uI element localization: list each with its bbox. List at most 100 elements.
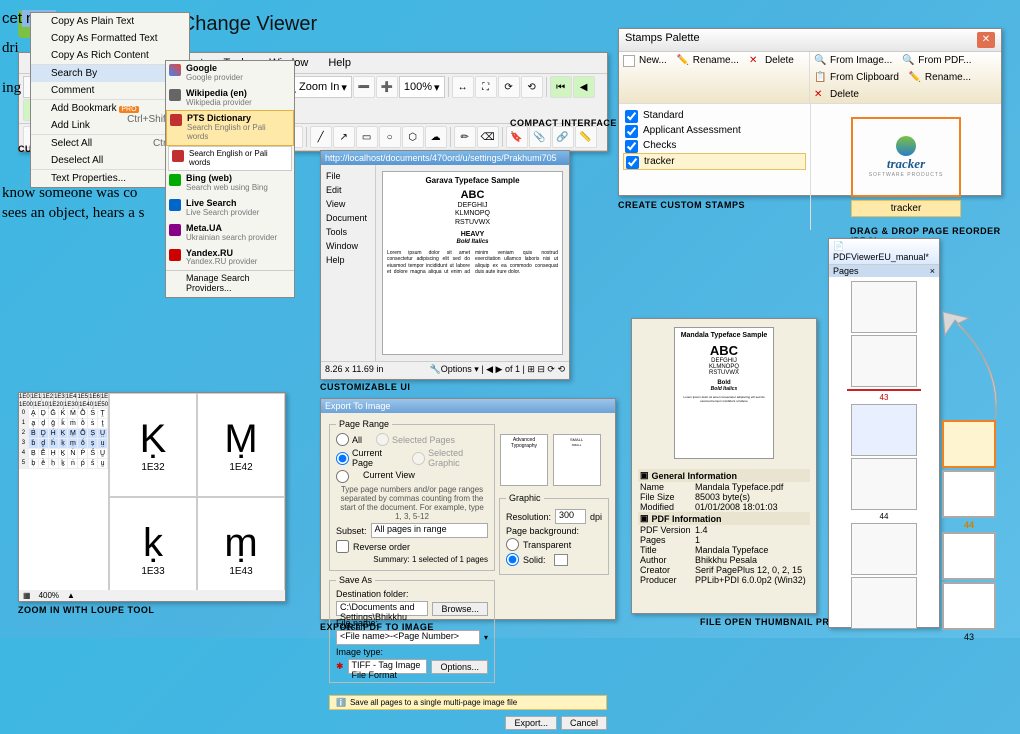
provider-submenu: GoogleGoogle provider Wikipedia (en)Wiki… <box>165 60 295 298</box>
export-button[interactable]: Export... <box>505 716 557 730</box>
checkbox[interactable] <box>625 110 638 123</box>
cancel-button[interactable]: Cancel <box>561 716 607 730</box>
stamp-logo-text: tracker <box>887 156 925 172</box>
subset-select[interactable]: All pages in range <box>371 523 488 538</box>
radio-solid[interactable]: Solid: <box>506 553 602 566</box>
imgtype-select[interactable]: TIFF - Tag Image File Format <box>348 659 428 674</box>
stamp-delete[interactable]: ✕Delete <box>745 52 800 103</box>
stamp-item-standard[interactable]: Standard <box>623 108 806 123</box>
side-file[interactable]: File <box>323 169 373 183</box>
detached-menu: File Edit View Document Tools Window Hel… <box>321 165 376 361</box>
provider-wikipedia[interactable]: Wikipedia (en)Wikipedia provider <box>166 86 294 111</box>
oval-icon[interactable]: ○ <box>379 126 401 148</box>
stamp-from-image[interactable]: 🔍From Image... <box>810 52 898 69</box>
page-thumb[interactable] <box>851 281 917 333</box>
menu-help[interactable]: Help <box>318 55 361 71</box>
label-customizable: CUSTOMIZABLE UI <box>320 382 410 392</box>
polyline-icon[interactable]: ⬡ <box>402 126 424 148</box>
stamp-from-clipboard[interactable]: 📋From Clipboard <box>810 69 905 86</box>
measure-icon[interactable]: 📏 <box>575 126 597 148</box>
stamp-rename-r[interactable]: ✏️Rename... <box>905 69 977 86</box>
page-num: 44 <box>880 512 889 521</box>
nav-prev-icon[interactable]: ◀ <box>573 76 595 98</box>
status-bar: 8.26 x 11.69 in 🔧Options ▾ | ◀ ▶ of 1 | … <box>321 361 569 377</box>
ctx-copy-formatted[interactable]: Copy As Formatted Text <box>31 30 189 47</box>
stamp-new[interactable]: New... <box>619 52 673 103</box>
side-tools[interactable]: Tools <box>323 225 373 239</box>
ctx-copy-plain[interactable]: Copy As Plain Text <box>31 13 189 30</box>
imgtype-label: Image type: <box>336 647 488 657</box>
provider-live[interactable]: Live SearchLive Search provider <box>166 196 294 221</box>
side-window[interactable]: Window <box>323 239 373 253</box>
pages-tab[interactable]: Pages <box>833 266 859 276</box>
browse-button[interactable]: Browse... <box>432 602 488 616</box>
gen-info-header[interactable]: ▣ General Information <box>638 469 810 482</box>
resolution-input[interactable]: 300 <box>555 509 586 524</box>
pages-close-icon[interactable]: × <box>930 266 935 276</box>
provider-pts[interactable]: PTS DictionarySearch English or Pali wor… <box>166 110 294 145</box>
rect-icon[interactable]: ▭ <box>356 126 378 148</box>
checkbox[interactable] <box>626 156 639 169</box>
label-loupe: ZOOM IN WITH LOUPE TOOL <box>18 605 154 615</box>
label-export: EXPORT PDF TO IMAGE <box>320 622 434 632</box>
fit-page-icon[interactable]: ⛶ <box>475 76 497 98</box>
line-icon[interactable]: ╱ <box>310 126 332 148</box>
loupe-char-1: Ṃ1E42 <box>197 393 285 497</box>
side-help[interactable]: Help <box>323 253 373 267</box>
stamp-delete-r[interactable]: ✕Delete <box>810 86 865 103</box>
provider-bing[interactable]: Bing (web)Search web using Bing <box>166 171 294 196</box>
graphic-legend: Graphic <box>506 493 544 503</box>
manage-providers[interactable]: Manage Search Providers... <box>166 271 294 297</box>
zoom-percent[interactable]: 100% ▾ <box>399 76 445 98</box>
stamp-item-tracker[interactable]: tracker <box>623 153 806 170</box>
fit-width-icon[interactable]: ↔ <box>452 76 474 98</box>
side-document[interactable]: Document <box>323 211 373 225</box>
zoom-out-icon[interactable]: ➖ <box>353 76 375 98</box>
dest-input[interactable]: C:\Documents and Settings\Bhikkhu Pesal\ <box>336 601 428 616</box>
provider-google[interactable]: GoogleGoogle provider <box>166 61 294 86</box>
pencil-icon[interactable]: ✏ <box>454 126 476 148</box>
close-icon[interactable]: ✕ <box>977 32 995 48</box>
file-preview-panel: Mandala Typeface Sample ABC DEFGHIJ KLMN… <box>631 318 817 614</box>
zoom-plus-icon[interactable]: ➕ <box>376 76 398 98</box>
radio-all[interactable]: All <box>336 433 362 446</box>
document-preview: Garava Typeface Sample ABC DEFGHIJ KLMNO… <box>382 171 563 355</box>
reverse-check[interactable]: Reverse order <box>336 540 488 553</box>
provider-yandex[interactable]: Yandex.RUYandex.RU provider <box>166 246 294 272</box>
page-thumb[interactable] <box>851 577 917 629</box>
rotate-icon[interactable]: ⟳ <box>498 76 520 98</box>
link-tool-icon[interactable]: 🔗 <box>552 126 574 148</box>
provider-meta[interactable]: Meta.UAUkrainian search provider <box>166 221 294 246</box>
rotate-ccw-icon[interactable]: ⟲ <box>521 76 543 98</box>
drag-ghost: 44 43 <box>942 420 996 642</box>
stamp-preview: tracker SOFTWARE PRODUCTS tracker <box>810 104 1001 230</box>
stamp-from-pdf[interactable]: 🔍From PDF... <box>898 52 977 69</box>
radio-sel-graphic: Selected Graphic <box>412 448 488 468</box>
nav-first-icon[interactable]: ⏮ <box>550 76 572 98</box>
attach-icon[interactable]: 📎 <box>529 126 551 148</box>
side-edit[interactable]: Edit <box>323 183 373 197</box>
stamp-item-applicant[interactable]: Applicant Assessment <box>623 123 806 138</box>
pdf-info-header[interactable]: ▣ PDF Information <box>638 512 810 525</box>
eraser-icon[interactable]: ⌫ <box>477 126 499 148</box>
stamp-item-checks[interactable]: Checks <box>623 138 806 153</box>
stamp-rename[interactable]: ✏️Rename... <box>673 52 745 103</box>
radio-current[interactable]: Current Page <box>336 448 398 468</box>
loupe-char-0: Ḳ1E32 <box>109 393 197 497</box>
page-thumb[interactable] <box>851 335 917 387</box>
options-button[interactable]: Options... <box>431 660 488 674</box>
cloud-icon[interactable]: ☁ <box>425 126 447 148</box>
export-infobar: ℹ️Save all pages to a single multi-page … <box>329 695 607 710</box>
side-view[interactable]: View <box>323 197 373 211</box>
radio-current-view[interactable]: Current View <box>336 470 488 483</box>
page-thumb[interactable] <box>851 404 917 456</box>
radio-transparent[interactable]: Transparent <box>506 538 602 551</box>
range-note: Type page numbers and/or page ranges sep… <box>336 485 488 521</box>
page-thumb[interactable] <box>851 458 917 510</box>
stamp-tool-icon[interactable]: 🔖 <box>506 126 528 148</box>
checkbox[interactable] <box>625 140 638 153</box>
page-thumb[interactable] <box>851 523 917 575</box>
stamp-logo-icon <box>896 136 916 156</box>
arrow-tool-icon[interactable]: ↗ <box>333 126 355 148</box>
checkbox[interactable] <box>625 125 638 138</box>
